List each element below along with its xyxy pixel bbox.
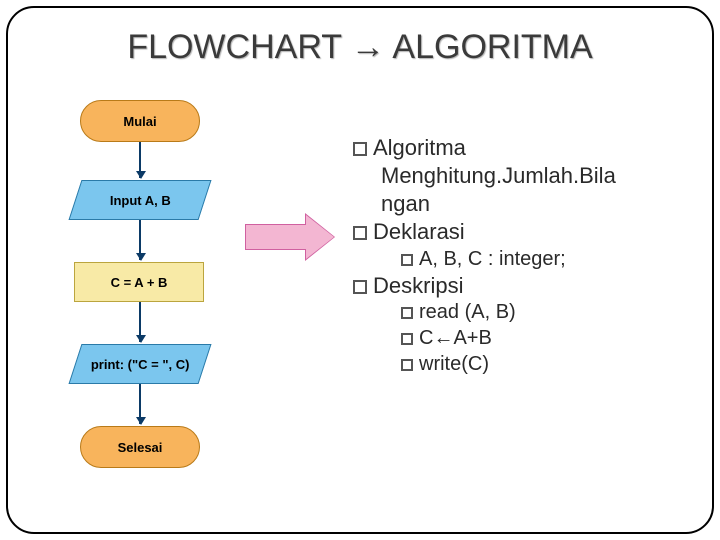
flow-start-label: Mulai — [123, 114, 156, 129]
algo-name-line-2: ngan — [353, 190, 683, 218]
connector-3 — [139, 302, 141, 342]
algo-header-1-label: Algoritma — [373, 135, 466, 160]
algorithm-text: Algoritma Menghitung.Jumlah.Bila ngan De… — [353, 134, 683, 377]
algo-decl-1-label: A, B, C : integer; — [419, 248, 566, 270]
flow-start: Mulai — [80, 100, 200, 142]
algo-step-3-label: write(C) — [419, 353, 489, 375]
algo-step-3: write(C) — [353, 352, 683, 378]
square-bullet-icon — [353, 226, 367, 240]
algo-name-1: Menghitung.Jumlah.Bila — [381, 163, 616, 188]
algo-decl-1: A, B, C : integer; — [353, 247, 683, 273]
algo-step-2: C←A+B — [353, 326, 683, 352]
algo-step-2-label: C←A+B — [419, 327, 492, 349]
flow-end: Selesai — [80, 426, 200, 468]
flow-input-label: Input A, B — [110, 193, 171, 208]
algo-header-2: Deklarasi — [353, 218, 683, 246]
algo-header-3-label: Deskripsi — [373, 273, 463, 298]
square-bullet-icon — [401, 333, 413, 345]
algo-header-3: Deskripsi — [353, 272, 683, 300]
flow-input: Input A, B — [69, 180, 212, 220]
square-bullet-icon — [401, 307, 413, 319]
algo-header-1: Algoritma — [353, 134, 683, 162]
flow-output-label: print: ("C = ", C) — [91, 357, 190, 372]
connector-1 — [139, 142, 141, 178]
square-bullet-icon — [353, 142, 367, 156]
algo-name-line: Menghitung.Jumlah.Bila — [353, 162, 683, 190]
algo-step-1-label: read (A, B) — [419, 301, 516, 323]
algo-header-2-label: Deklarasi — [373, 219, 465, 244]
algo-step-1: read (A, B) — [353, 300, 683, 326]
square-bullet-icon — [353, 280, 367, 294]
square-bullet-icon — [401, 254, 413, 266]
algo-name-2: ngan — [381, 191, 430, 216]
flow-output: print: ("C = ", C) — [69, 344, 212, 384]
flow-process-label: C = A + B — [111, 275, 168, 290]
flow-process: C = A + B — [74, 262, 204, 302]
slide-title: FLOWCHART → ALGORITMA — [0, 28, 720, 67]
connector-4 — [139, 384, 141, 424]
conversion-arrow-icon — [245, 215, 334, 259]
square-bullet-icon — [401, 359, 413, 371]
flow-end-label: Selesai — [118, 440, 163, 455]
connector-2 — [139, 220, 141, 260]
